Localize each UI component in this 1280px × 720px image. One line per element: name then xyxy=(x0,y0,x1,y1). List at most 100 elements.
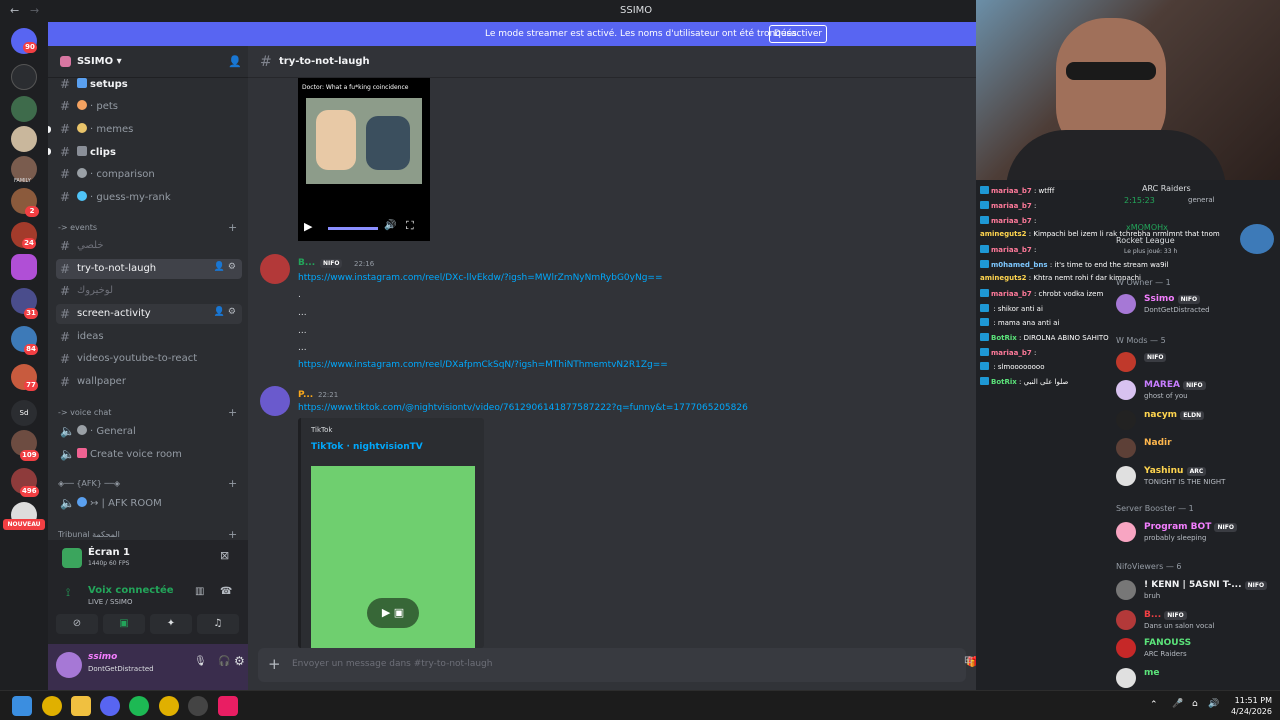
voice-channel-general[interactable]: 🔈 · General xyxy=(56,421,242,441)
screen-share-button[interactable]: ▣ xyxy=(103,614,145,634)
microphone-icon[interactable]: 🎤 xyxy=(1172,699,1183,709)
server-icon[interactable] xyxy=(11,64,37,90)
category-events[interactable]: -> events + xyxy=(58,221,237,234)
member-item[interactable]: me xyxy=(1116,666,1276,692)
attach-plus-icon[interactable]: + xyxy=(268,655,281,673)
embed-video-thumbnail[interactable]: ▶ ▣ xyxy=(311,466,475,648)
channel-guess-my-rank[interactable]: # · guess-my-rank xyxy=(56,187,242,207)
server-icon[interactable]: Sd xyxy=(11,400,37,426)
channel-try-to-not-laugh[interactable]: # try-to-not-laugh 👤 ⚙ xyxy=(56,259,242,279)
embed-title[interactable]: TikTok · nightvisionTV xyxy=(311,442,423,452)
voice-status[interactable]: Voix connectée xyxy=(88,585,174,596)
add-channel-icon[interactable]: + xyxy=(228,477,237,490)
video-embed[interactable]: Doctor: What a fu*king coincidence ▶ 🔊 ⛶ xyxy=(298,78,430,241)
member-item[interactable]: MAREA NIFO ghost of you xyxy=(1116,378,1276,404)
headphones-icon[interactable]: 🎧 xyxy=(218,656,230,667)
play-icon[interactable]: ▶ xyxy=(304,220,312,233)
play-button[interactable]: ▶ ▣ xyxy=(367,598,419,628)
volume-slider[interactable] xyxy=(328,227,378,230)
activity-time: 2:15:23 xyxy=(1124,196,1155,205)
channel-wallpaper[interactable]: # wallpaper xyxy=(56,372,242,392)
camera-off-button[interactable]: ⊘ xyxy=(56,614,98,634)
message-author[interactable]: P... xyxy=(298,390,313,400)
channel-comparison[interactable]: # · comparison xyxy=(56,164,242,184)
channel-sidebar: SSIMO ▾ 👤 # setups # · pets # · memes # … xyxy=(48,46,248,690)
section-booster: Server Booster — 1 xyxy=(1116,504,1194,513)
channel-settings-icon[interactable]: 👤 ⚙ xyxy=(214,307,236,317)
channel-settings-icon[interactable]: 👤 ⚙ xyxy=(214,262,236,272)
fullscreen-icon[interactable]: ⛶ xyxy=(406,219,414,233)
embed-provider: TikTok xyxy=(311,426,333,434)
category-tribunal[interactable]: Tribunal المحكمة + xyxy=(58,528,237,541)
avatar xyxy=(1116,294,1136,314)
settings-gear-icon[interactable]: ⚙ xyxy=(234,654,245,668)
activity-title: ARC Raiders xyxy=(1142,184,1191,193)
file-explorer-icon[interactable] xyxy=(71,696,91,716)
avatar xyxy=(1116,638,1136,658)
app-icon[interactable] xyxy=(188,696,208,716)
network-icon[interactable]: ⌂ xyxy=(1192,699,1198,709)
system-clock[interactable]: 11:51 PM 4/24/2026 xyxy=(1222,695,1272,717)
disable-streamer-mode-button[interactable]: Désactiver xyxy=(769,25,827,43)
channel-videos-youtube-to-react[interactable]: # videos-youtube-to-react xyxy=(56,349,242,369)
channel-setups[interactable]: # setups xyxy=(56,74,242,94)
server-icon[interactable] xyxy=(11,126,37,152)
windows-start-icon[interactable] xyxy=(12,696,32,716)
soundboard-button[interactable]: ♫ xyxy=(197,614,239,634)
member-item[interactable]: Nadir xyxy=(1116,436,1276,462)
add-channel-icon[interactable]: + xyxy=(228,406,237,419)
channel-event-3[interactable]: # لوخيروك xyxy=(56,281,242,301)
member-item[interactable]: Ssimo NIFO DontGetDistracted xyxy=(1116,292,1276,318)
tray-chevron-icon[interactable]: ⌃ xyxy=(1150,700,1158,710)
chrome-icon[interactable] xyxy=(159,696,179,716)
voice-channel-name[interactable]: LIVE / SSIMO xyxy=(88,598,133,606)
chrome-icon[interactable] xyxy=(42,696,62,716)
add-channel-icon[interactable]: + xyxy=(228,221,237,234)
member-item[interactable]: nacym ELDN xyxy=(1116,408,1276,434)
member-item[interactable]: Yashinu ARC TONIGHT IS THE NIGHT xyxy=(1116,464,1276,490)
user-name[interactable]: ssimo xyxy=(88,652,117,662)
category-afk[interactable]: ◈── {AFK} ──◈ + xyxy=(58,477,237,490)
server-icon[interactable] xyxy=(11,254,37,280)
stop-stream-icon[interactable]: ⊠ xyxy=(220,549,229,562)
message-composer[interactable]: + Envoyer un message dans #try-to-not-la… xyxy=(258,648,966,682)
avatar[interactable] xyxy=(260,386,290,416)
member-item[interactable]: NIFO xyxy=(1116,350,1276,376)
invite-icon[interactable]: 👤 xyxy=(228,55,242,68)
signal-icon[interactable]: ⟟ xyxy=(66,586,70,600)
channel-event-1[interactable]: # خلصي xyxy=(56,236,242,256)
message-author[interactable]: B... xyxy=(298,258,315,268)
channel-screen-activity[interactable]: # screen-activity 👤 ⚙ xyxy=(56,304,242,324)
user-status[interactable]: DontGetDistracted xyxy=(88,665,154,673)
gift-icon[interactable]: ⊞ xyxy=(964,655,972,666)
spotify-icon[interactable] xyxy=(129,696,149,716)
voice-channel-create-room[interactable]: 🔈 Create voice room xyxy=(56,444,242,464)
channel-ideas[interactable]: # ideas xyxy=(56,327,242,347)
category-voice-chat[interactable]: -> voice chat + xyxy=(58,406,237,419)
volume-icon[interactable]: 🔊 xyxy=(1208,699,1219,709)
back-arrow-icon[interactable]: ← xyxy=(10,4,19,17)
member-item[interactable]: ! KENN | 5ASNI T-... NIFO bruh xyxy=(1116,578,1276,604)
member-item[interactable]: B... NIFO Dans un salon vocal xyxy=(1116,608,1276,634)
voice-channel-afk[interactable]: 🔈 ↣ | AFK ROOM xyxy=(56,493,242,513)
channel-memes[interactable]: # · memes xyxy=(56,119,242,139)
forward-arrow-icon[interactable]: → xyxy=(30,4,39,17)
disconnect-icon[interactable]: ☎ xyxy=(220,586,232,597)
server-icon[interactable] xyxy=(11,96,37,122)
message-link[interactable]: https://www.instagram.com/reel/DXc-llvEk… xyxy=(298,273,663,283)
channel-pets[interactable]: # · pets xyxy=(56,96,242,116)
microphone-icon[interactable]: 🎙 xyxy=(194,656,207,667)
member-item[interactable]: FANOUSS ARC Raiders xyxy=(1116,636,1276,662)
message-link[interactable]: https://www.instagram.com/reel/DXafpmCkS… xyxy=(298,360,668,370)
discord-icon[interactable] xyxy=(100,696,120,716)
activities-button[interactable]: ✦ xyxy=(150,614,192,634)
app-icon[interactable] xyxy=(218,696,238,716)
message-input[interactable]: Envoyer un message dans #try-to-not-laug… xyxy=(292,659,492,669)
message-link[interactable]: https://www.tiktok.com/@nightvisiontv/vi… xyxy=(298,403,748,413)
volume-icon[interactable]: 🔊 xyxy=(384,220,396,231)
avatar[interactable] xyxy=(56,652,82,678)
noise-suppression-icon[interactable]: ▥ xyxy=(195,586,204,597)
avatar[interactable] xyxy=(260,254,290,284)
channel-clips[interactable]: # clips xyxy=(56,142,242,162)
member-item[interactable]: Program BOT NIFO probably sleeping xyxy=(1116,520,1276,546)
